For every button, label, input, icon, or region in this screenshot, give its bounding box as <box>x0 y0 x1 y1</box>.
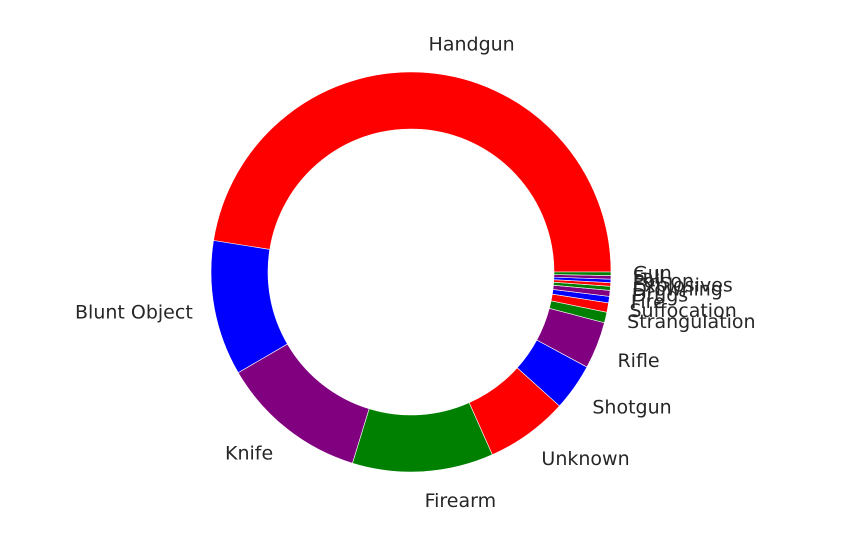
donut-chart-svg: Handgun Blunt Object Knife Firearm Unknown Sh… <box>75 34 756 512</box>
label-shotgun: Shotgun <box>592 397 671 419</box>
label-blunt-object: Blunt Object <box>75 301 193 323</box>
donut-chart: Handgun Blunt Object Knife Firearm Unknown Sh… <box>0 0 867 553</box>
label-unknown: Unknown <box>541 448 629 470</box>
label-knife: Knife <box>225 443 273 465</box>
slice-handgun <box>213 71 612 273</box>
label-rifle: Rifle <box>617 350 659 372</box>
slice-firearm <box>352 402 493 473</box>
label-handgun: Handgun <box>429 34 515 56</box>
label-firearm: Firearm <box>425 490 497 512</box>
label-gun: Gun <box>633 262 672 284</box>
donut-slices <box>210 71 612 473</box>
